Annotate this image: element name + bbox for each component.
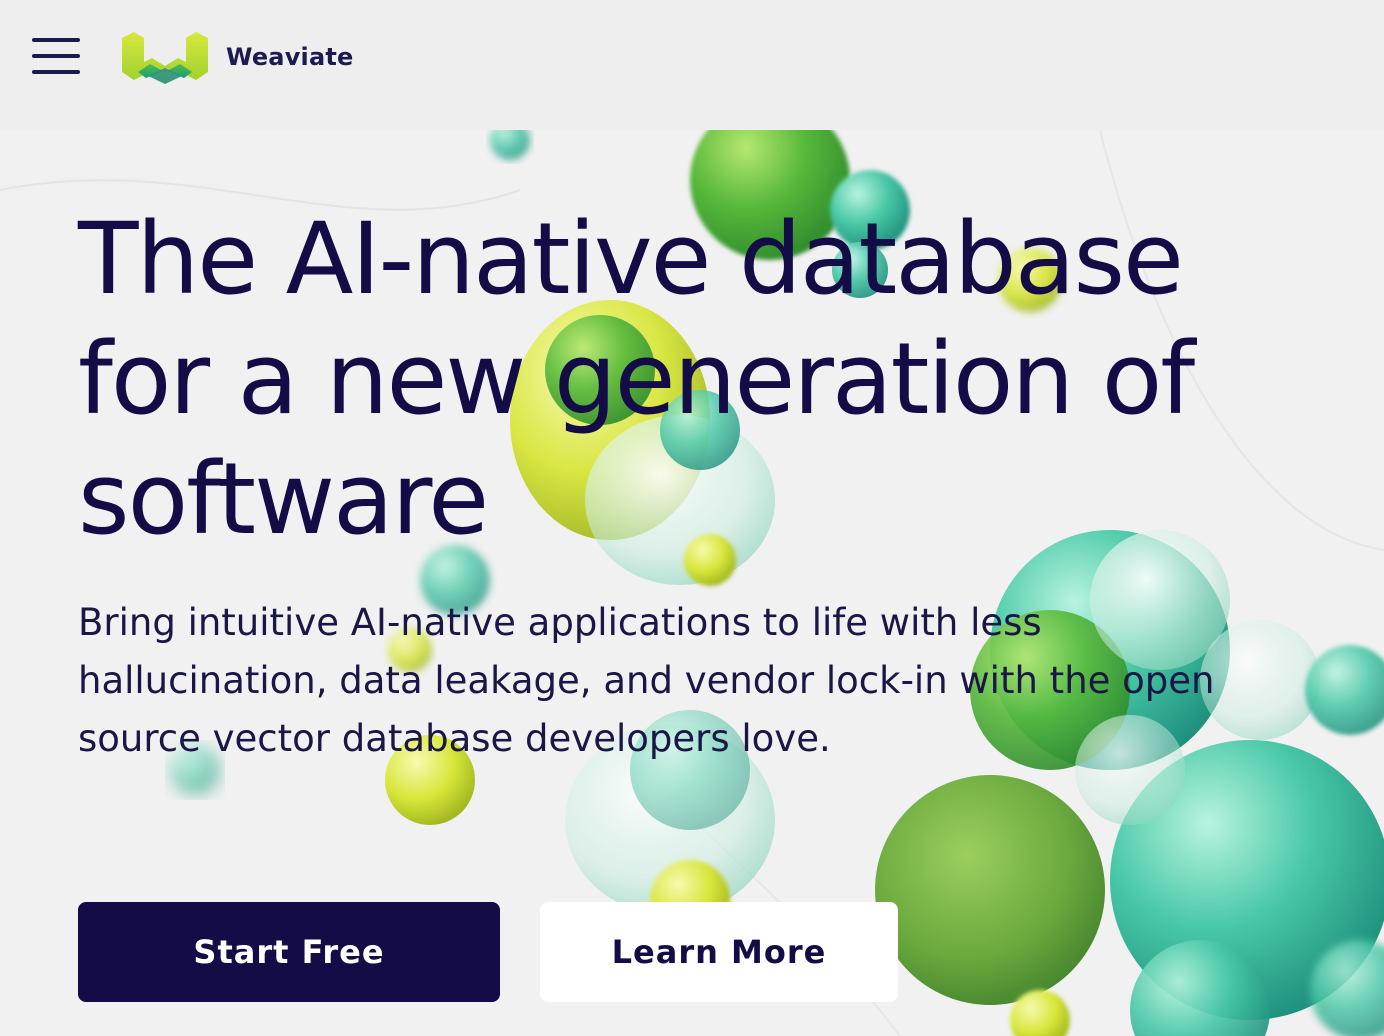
weaviate-logo-icon	[122, 32, 208, 84]
brand-logo-link[interactable]: Weaviate	[120, 28, 354, 86]
page: Weaviate The AI-native database for a ne…	[0, 0, 1384, 1036]
menu-bar-bottom	[32, 70, 80, 74]
site-header: Weaviate	[0, 0, 1384, 130]
menu-bar-middle	[32, 54, 80, 58]
learn-more-button[interactable]: Learn More	[540, 902, 898, 1002]
hero-subtitle: Bring intuitive AI-native applications t…	[78, 601, 1215, 760]
menu-bar-top	[32, 38, 80, 42]
brand-name: Weaviate	[226, 43, 354, 71]
hamburger-menu-icon[interactable]	[30, 38, 82, 78]
hero-headline: The AI-native database for a new generat…	[78, 202, 1195, 557]
start-free-button[interactable]: Start Free	[78, 902, 500, 1002]
